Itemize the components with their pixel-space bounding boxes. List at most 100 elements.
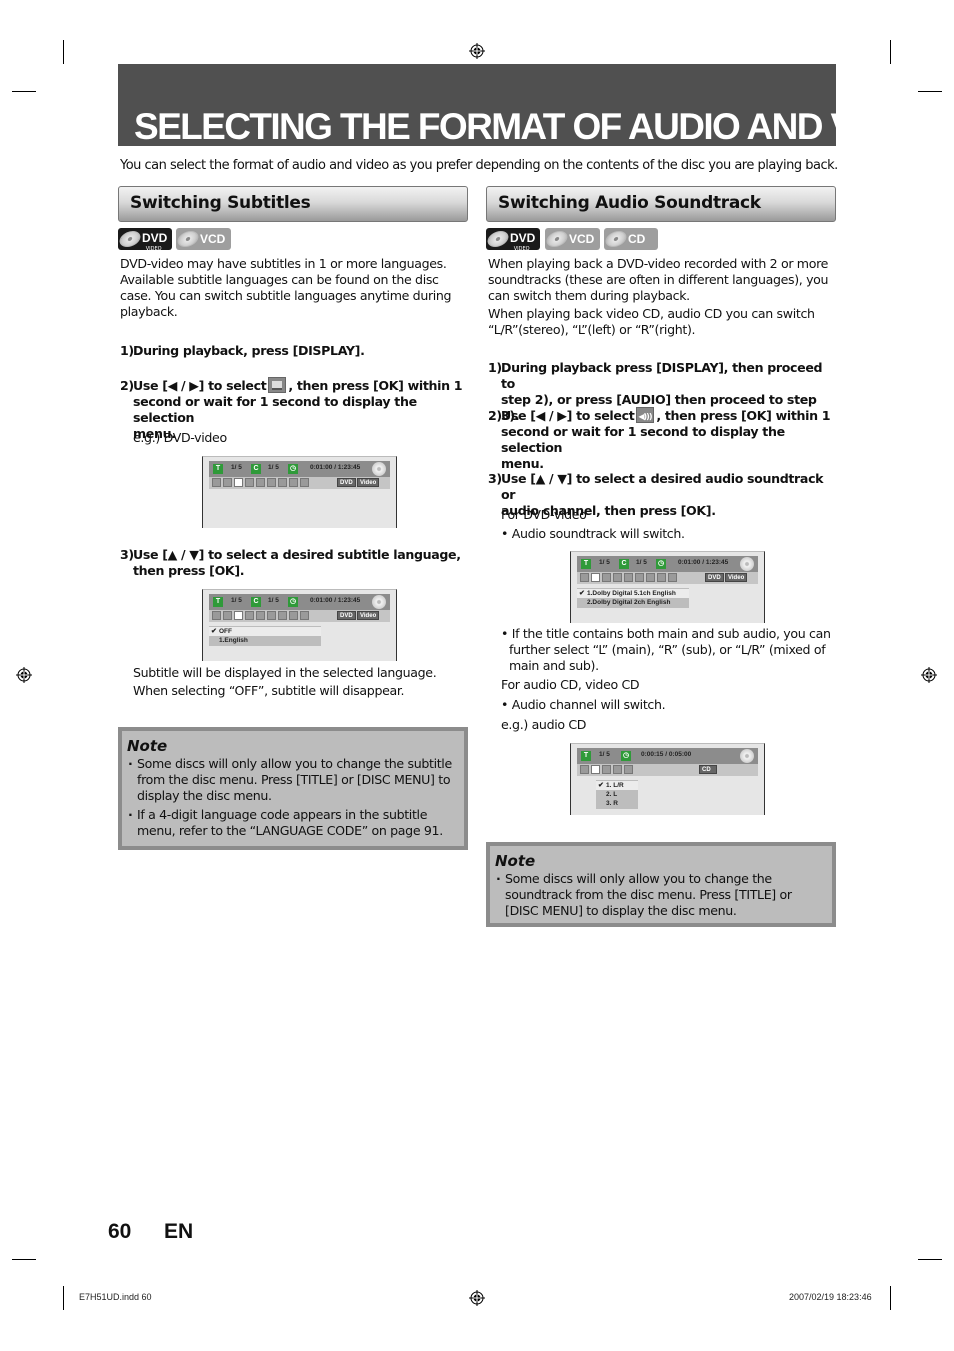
- disc-icon: [372, 462, 386, 476]
- cd-example-label: e.g.) audio CD: [501, 717, 587, 732]
- clock-icon: ◷: [288, 464, 298, 474]
- marker-icon: [635, 573, 644, 582]
- disc-icon: [175, 231, 201, 247]
- zoom-icon: [657, 573, 666, 582]
- audio-channel-menu: ✔ 1. L/R 2. L 3. R: [596, 780, 638, 809]
- audio-step-2: 2) Use [◀ / ▶] to select, then press [OK…: [488, 407, 838, 472]
- page-language: EN: [164, 1220, 194, 1243]
- repeat-icon: [602, 765, 611, 774]
- page-title: SELECTING THE FORMAT OF AUDIO AND VIDEO: [134, 106, 939, 147]
- subtitle-icon: [268, 377, 287, 393]
- osd-icon-row: DVD Video: [209, 477, 390, 489]
- crop-mark: [890, 40, 891, 64]
- marker-icon: [613, 765, 622, 774]
- check-icon: ✔: [579, 590, 585, 597]
- crop-mark: [63, 1286, 64, 1310]
- cd-badge: CD: [603, 228, 658, 250]
- audio-icon: [591, 765, 600, 774]
- virtual-surround-icon: [300, 611, 309, 620]
- osd-status-bar: T 1/ 5 C 1/ 5 ◷ 0:01:00 / 1:23:45: [209, 461, 390, 477]
- check-icon: ✔: [211, 628, 217, 635]
- registration-mark-icon: [469, 43, 485, 59]
- noise-reduction-icon: [278, 611, 287, 620]
- channel-option[interactable]: ✔ 1. L/R: [596, 781, 638, 790]
- dvd-video-badge: DVD VIDEO: [117, 228, 172, 252]
- title-icon: T: [581, 751, 591, 761]
- subtitle-icon: [234, 478, 243, 487]
- subtitle-icon: [234, 611, 243, 620]
- subtitles-description: DVD-video may have subtitles in 1 or mor…: [120, 256, 452, 319]
- audio-icon: [591, 573, 600, 582]
- intro-text: You can select the format of audio and v…: [120, 158, 838, 173]
- note-item: If a 4-digit language code appears in th…: [127, 807, 458, 839]
- cd-bullet: • Audio channel will switch.: [501, 697, 666, 712]
- clock-icon: ◷: [656, 559, 666, 569]
- title-icon: T: [581, 559, 591, 569]
- osd-screen-audio-dvd: T 1/ 5 C 1/ 5 ◷ 0:01:00 / 1:23:45 DVD Vi…: [570, 551, 765, 623]
- audio-icon: [223, 611, 232, 620]
- virtual-surround-icon: [624, 765, 633, 774]
- disc-icon: [544, 231, 570, 247]
- section-heading-text: Switching Subtitles: [130, 193, 311, 213]
- noise-reduction-icon: [278, 478, 287, 487]
- chapter-icon: C: [619, 559, 629, 569]
- channel-option[interactable]: 2. L: [596, 790, 638, 799]
- subtitle-option[interactable]: ✔ OFF: [209, 627, 321, 636]
- virtual-surround-icon: [668, 573, 677, 582]
- angle-icon: [245, 611, 254, 620]
- clock-icon: ◷: [621, 751, 631, 761]
- channel-option[interactable]: 3. R: [596, 799, 638, 808]
- title-icon: T: [213, 597, 223, 607]
- note-box-audio: Note Some discs will only allow you to c…: [486, 842, 836, 927]
- section-heading-text: Switching Audio Soundtrack: [498, 193, 761, 213]
- audio-option[interactable]: 2.Dolby Digital 2ch English: [577, 598, 689, 607]
- check-icon: ✔: [598, 782, 604, 789]
- audio-icon: [223, 478, 232, 487]
- noise-reduction-icon: [646, 573, 655, 582]
- subtitle-result: Subtitle will be displayed in the select…: [133, 665, 437, 698]
- disc-icon: [372, 595, 386, 609]
- chapter-icon: C: [251, 597, 261, 607]
- audio-option[interactable]: ✔ 1.Dolby Digital 5.1ch English: [577, 589, 689, 598]
- section-heading-audio: Switching Audio Soundtrack: [486, 186, 836, 222]
- angle-icon: [613, 573, 622, 582]
- search-icon: [212, 611, 221, 620]
- title-icon: T: [213, 464, 223, 474]
- crop-mark: [12, 1259, 36, 1260]
- disc-icon: [740, 749, 754, 763]
- for-cd-label: For audio CD, video CD: [501, 677, 640, 692]
- file-name: E7H51UD.indd 60: [79, 1292, 152, 1302]
- marker-icon: [267, 611, 276, 620]
- registration-mark-icon: [469, 1290, 485, 1306]
- subtitles-step-1: 1) During playback, press [DISPLAY].: [120, 343, 365, 358]
- dvd-video-badge: DVD VIDEO: [485, 228, 540, 252]
- page-title-bar: SELECTING THE FORMAT OF AUDIO AND VIDEO: [118, 64, 939, 147]
- subtitles-step-3: 3) Use [▲ / ▼] to select a desired subti…: [120, 547, 461, 578]
- disc-icon: [603, 231, 629, 247]
- clock-icon: ◷: [288, 597, 298, 607]
- for-dvd-label: For DVD-video: [501, 507, 587, 522]
- registration-mark-icon: [921, 667, 937, 683]
- crop-mark: [918, 1259, 942, 1260]
- dvd-bullet: • Audio soundtrack will switch.: [501, 526, 685, 541]
- crop-mark: [918, 91, 942, 92]
- vcd-badge: VCD: [175, 228, 231, 250]
- search-icon: [580, 573, 589, 582]
- audio-description: When playing back a DVD-video recorded w…: [488, 256, 829, 337]
- subtitle-option[interactable]: 1.English: [209, 636, 321, 645]
- virtual-surround-icon: [300, 478, 309, 487]
- crop-mark: [890, 1286, 891, 1310]
- print-timestamp: 2007/02/19 18:23:46: [789, 1292, 872, 1302]
- search-icon: [580, 765, 589, 774]
- vcd-badge: VCD: [544, 228, 600, 250]
- osd-screen-audio-cd: T 1/ 5 ◷ 0:00:15 / 0:05:00 CD ✔ 1. L/R 2.…: [570, 743, 765, 815]
- audio-icon: [636, 407, 655, 425]
- marker-icon: [267, 478, 276, 487]
- crop-mark: [63, 40, 64, 64]
- osd-screen-dvd: T 1/ 5 C 1/ 5 ◷ 0:01:00 / 1:23:45 DVD Vi…: [202, 456, 397, 528]
- disc-icon: [740, 557, 754, 571]
- audio-menu: ✔ 1.Dolby Digital 5.1ch English 2.Dolby D…: [577, 588, 689, 608]
- zoom-icon: [289, 478, 298, 487]
- chapter-icon: C: [251, 464, 261, 474]
- subtitle-icon: [602, 573, 611, 582]
